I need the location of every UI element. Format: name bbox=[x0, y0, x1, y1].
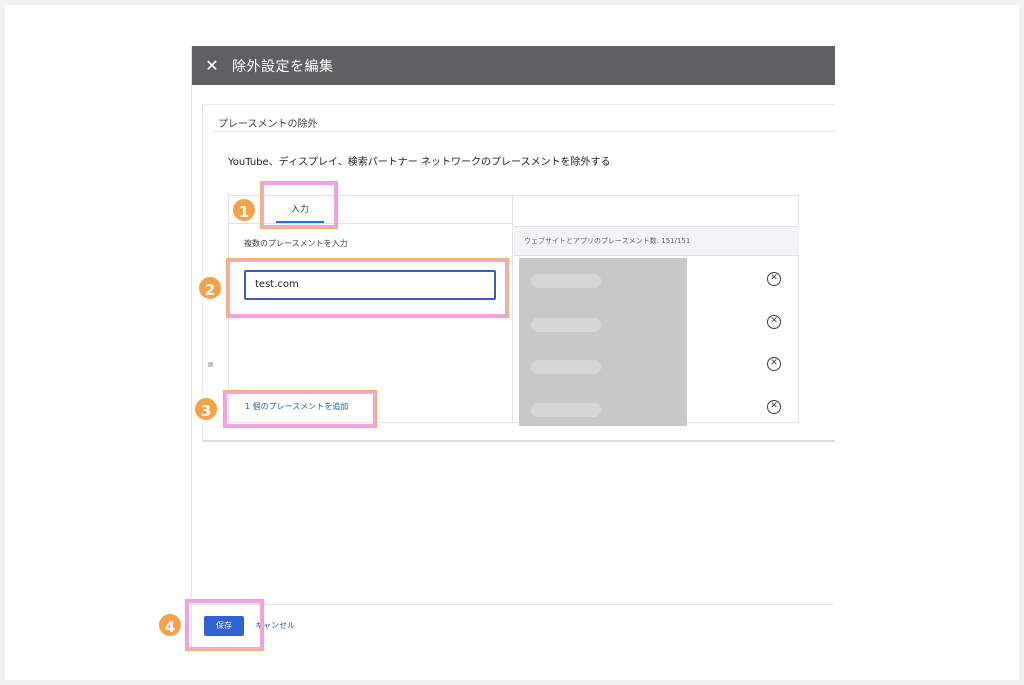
multi-placement-label: 複数のプレースメントを入力 bbox=[244, 239, 348, 248]
section-title: プレースメントの除外 bbox=[218, 119, 318, 130]
placement-list-column: ウェブサイトとアプリのプレースメント数: 151/151 ✕ ✕ ✕ ✕ bbox=[514, 196, 799, 426]
highlight-tab-input bbox=[260, 181, 338, 229]
drag-handle-icon bbox=[208, 362, 213, 367]
remove-circle-icon[interactable]: ✕ bbox=[767, 357, 781, 371]
blurred-item bbox=[531, 318, 601, 332]
highlight-placement-input bbox=[226, 258, 509, 318]
callout-badge: 4 bbox=[157, 612, 183, 638]
edit-exclusions-dialog: ✕ 除外設定を編集 プレースメントの除外 YouTube、ディスプレイ、検索パー… bbox=[191, 46, 836, 650]
dialog-titlebar: ✕ 除外設定を編集 bbox=[192, 46, 835, 85]
blurred-item bbox=[531, 403, 601, 417]
callout-badge: 2 bbox=[197, 275, 223, 301]
blurred-placement-list bbox=[519, 258, 687, 426]
section-description: YouTube、ディスプレイ、検索パートナー ネットワークのプレースメントを除外… bbox=[228, 157, 611, 168]
footer-divider bbox=[191, 604, 834, 605]
highlight-add-link bbox=[223, 390, 377, 428]
callout-badge: 3 bbox=[193, 396, 219, 422]
remove-circle-icon[interactable]: ✕ bbox=[767, 315, 781, 329]
callout-badge: 1 bbox=[231, 197, 257, 223]
remove-circle-icon[interactable]: ✕ bbox=[767, 272, 781, 286]
remove-circle-icon[interactable]: ✕ bbox=[767, 400, 781, 414]
dialog-title: 除外設定を編集 bbox=[232, 58, 334, 75]
blurred-item bbox=[531, 360, 601, 374]
close-icon[interactable]: ✕ bbox=[192, 56, 232, 75]
placement-count: ウェブサイトとアプリのプレースメント数: 151/151 bbox=[514, 226, 799, 256]
highlight-save-button bbox=[185, 599, 264, 651]
blurred-item bbox=[531, 274, 601, 288]
section-divider bbox=[213, 131, 836, 132]
list-header-spacer bbox=[514, 196, 799, 226]
